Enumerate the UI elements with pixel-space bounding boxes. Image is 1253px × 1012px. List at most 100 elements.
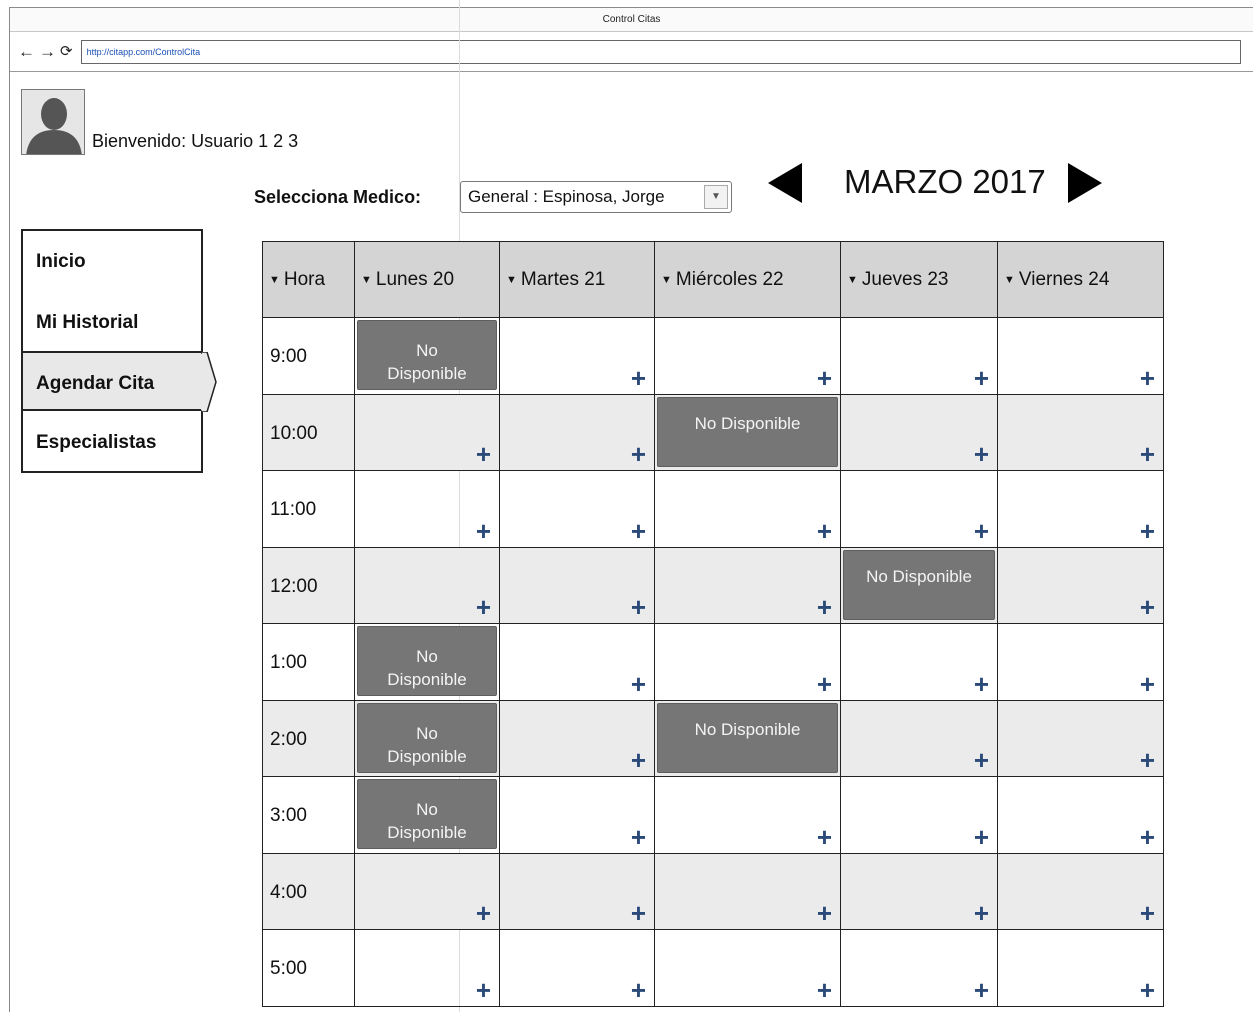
add-appointment-icon[interactable]: +: [631, 900, 646, 926]
add-appointment-icon[interactable]: +: [476, 594, 491, 620]
time-slot-cell[interactable]: +: [499, 852, 655, 930]
add-appointment-icon[interactable]: +: [817, 900, 832, 926]
medico-select[interactable]: General : Espinosa, Jorge ▼: [460, 181, 732, 213]
url-input[interactable]: http://citapp.com/ControlCita: [80, 39, 1241, 64]
add-appointment-icon[interactable]: +: [1140, 977, 1155, 1003]
time-slot-cell[interactable]: No Disponible: [354, 623, 500, 701]
time-slot-cell[interactable]: +: [354, 393, 500, 471]
add-appointment-icon[interactable]: +: [817, 518, 832, 544]
time-slot-cell[interactable]: +: [840, 623, 998, 701]
time-slot-cell[interactable]: +: [654, 929, 841, 1007]
time-slot-cell[interactable]: +: [997, 699, 1164, 777]
forward-arrow-icon[interactable]: →: [39, 43, 56, 60]
sidebar-item-agendar-cita[interactable]: Agendar Cita: [23, 351, 201, 411]
time-slot-cell[interactable]: +: [354, 470, 500, 548]
add-appointment-icon[interactable]: +: [817, 977, 832, 1003]
time-slot-cell[interactable]: No Disponible: [654, 393, 841, 471]
add-appointment-icon[interactable]: +: [974, 900, 989, 926]
add-appointment-icon[interactable]: +: [1140, 747, 1155, 773]
add-appointment-icon[interactable]: +: [1140, 824, 1155, 850]
column-header-day[interactable]: ▼ Martes 21: [499, 241, 655, 318]
add-appointment-icon[interactable]: +: [476, 900, 491, 926]
add-appointment-icon[interactable]: +: [974, 671, 989, 697]
add-appointment-icon[interactable]: +: [476, 977, 491, 1003]
time-slot-cell[interactable]: +: [499, 623, 655, 701]
add-appointment-icon[interactable]: +: [631, 365, 646, 391]
add-appointment-icon[interactable]: +: [974, 747, 989, 773]
time-slot-cell[interactable]: +: [499, 546, 655, 624]
time-slot-cell[interactable]: +: [997, 317, 1164, 395]
add-appointment-icon[interactable]: +: [631, 594, 646, 620]
column-header-day[interactable]: ▼ Viernes 24: [997, 241, 1164, 318]
add-appointment-icon[interactable]: +: [631, 747, 646, 773]
time-slot-cell[interactable]: +: [997, 623, 1164, 701]
add-appointment-icon[interactable]: +: [974, 441, 989, 467]
add-appointment-icon[interactable]: +: [817, 594, 832, 620]
add-appointment-icon[interactable]: +: [631, 824, 646, 850]
time-slot-cell[interactable]: +: [997, 393, 1164, 471]
next-month-icon[interactable]: [1068, 163, 1102, 203]
time-slot-cell[interactable]: +: [997, 470, 1164, 548]
time-slot-cell[interactable]: No Disponible: [354, 317, 500, 395]
column-header-hora[interactable]: ▼ Hora: [262, 241, 355, 318]
time-slot-cell[interactable]: +: [499, 317, 655, 395]
add-appointment-icon[interactable]: +: [817, 824, 832, 850]
add-appointment-icon[interactable]: +: [1140, 518, 1155, 544]
time-slot-cell[interactable]: +: [997, 852, 1164, 930]
column-header-day[interactable]: ▼ Jueves 23: [840, 241, 998, 318]
time-slot-cell[interactable]: +: [840, 470, 998, 548]
add-appointment-icon[interactable]: +: [817, 671, 832, 697]
chevron-down-icon[interactable]: ▼: [704, 185, 728, 209]
add-appointment-icon[interactable]: +: [1140, 594, 1155, 620]
time-slot-cell[interactable]: +: [654, 852, 841, 930]
time-slot-cell[interactable]: +: [654, 623, 841, 701]
time-slot-cell[interactable]: +: [654, 317, 841, 395]
time-slot-cell[interactable]: +: [499, 929, 655, 1007]
back-arrow-icon[interactable]: ←: [18, 43, 35, 60]
reload-icon[interactable]: ⟳: [60, 43, 73, 60]
time-slot-cell[interactable]: +: [499, 393, 655, 471]
add-appointment-icon[interactable]: +: [1140, 900, 1155, 926]
add-appointment-icon[interactable]: +: [974, 977, 989, 1003]
column-header-day[interactable]: ▼ Lunes 20: [354, 241, 500, 318]
time-slot-cell[interactable]: +: [654, 546, 841, 624]
time-slot-cell[interactable]: +: [499, 776, 655, 854]
time-slot-cell[interactable]: +: [840, 317, 998, 395]
add-appointment-icon[interactable]: +: [631, 518, 646, 544]
time-slot-cell[interactable]: +: [997, 776, 1164, 854]
sidebar-item-mi-historial[interactable]: Mi Historial: [23, 292, 201, 352]
add-appointment-icon[interactable]: +: [974, 824, 989, 850]
time-slot-cell[interactable]: +: [654, 776, 841, 854]
add-appointment-icon[interactable]: +: [817, 365, 832, 391]
time-slot-cell[interactable]: +: [840, 776, 998, 854]
add-appointment-icon[interactable]: +: [476, 518, 491, 544]
time-slot-cell[interactable]: +: [354, 929, 500, 1007]
add-appointment-icon[interactable]: +: [974, 365, 989, 391]
time-slot-cell[interactable]: +: [354, 546, 500, 624]
time-slot-cell[interactable]: +: [840, 852, 998, 930]
time-slot-cell[interactable]: +: [840, 699, 998, 777]
time-slot-cell[interactable]: +: [997, 929, 1164, 1007]
time-slot-cell[interactable]: +: [654, 470, 841, 548]
time-slot-cell[interactable]: No Disponible: [840, 546, 998, 624]
sidebar-item-inicio[interactable]: Inicio: [23, 231, 201, 291]
column-header-day[interactable]: ▼ Miércoles 22: [654, 241, 841, 318]
add-appointment-icon[interactable]: +: [1140, 365, 1155, 391]
time-slot-cell[interactable]: No Disponible: [654, 699, 841, 777]
add-appointment-icon[interactable]: +: [974, 518, 989, 544]
add-appointment-icon[interactable]: +: [1140, 441, 1155, 467]
time-slot-cell[interactable]: No Disponible: [354, 699, 500, 777]
add-appointment-icon[interactable]: +: [1140, 671, 1155, 697]
time-slot-cell[interactable]: +: [840, 929, 998, 1007]
time-slot-cell[interactable]: +: [840, 393, 998, 471]
add-appointment-icon[interactable]: +: [631, 441, 646, 467]
time-slot-cell[interactable]: +: [354, 852, 500, 930]
add-appointment-icon[interactable]: +: [631, 671, 646, 697]
time-slot-cell[interactable]: +: [997, 546, 1164, 624]
time-slot-cell[interactable]: No Disponible: [354, 776, 500, 854]
add-appointment-icon[interactable]: +: [476, 441, 491, 467]
time-slot-cell[interactable]: +: [499, 699, 655, 777]
prev-month-icon[interactable]: [768, 163, 802, 203]
time-slot-cell[interactable]: +: [499, 470, 655, 548]
sidebar-item-especialistas[interactable]: Especialistas: [23, 412, 201, 472]
